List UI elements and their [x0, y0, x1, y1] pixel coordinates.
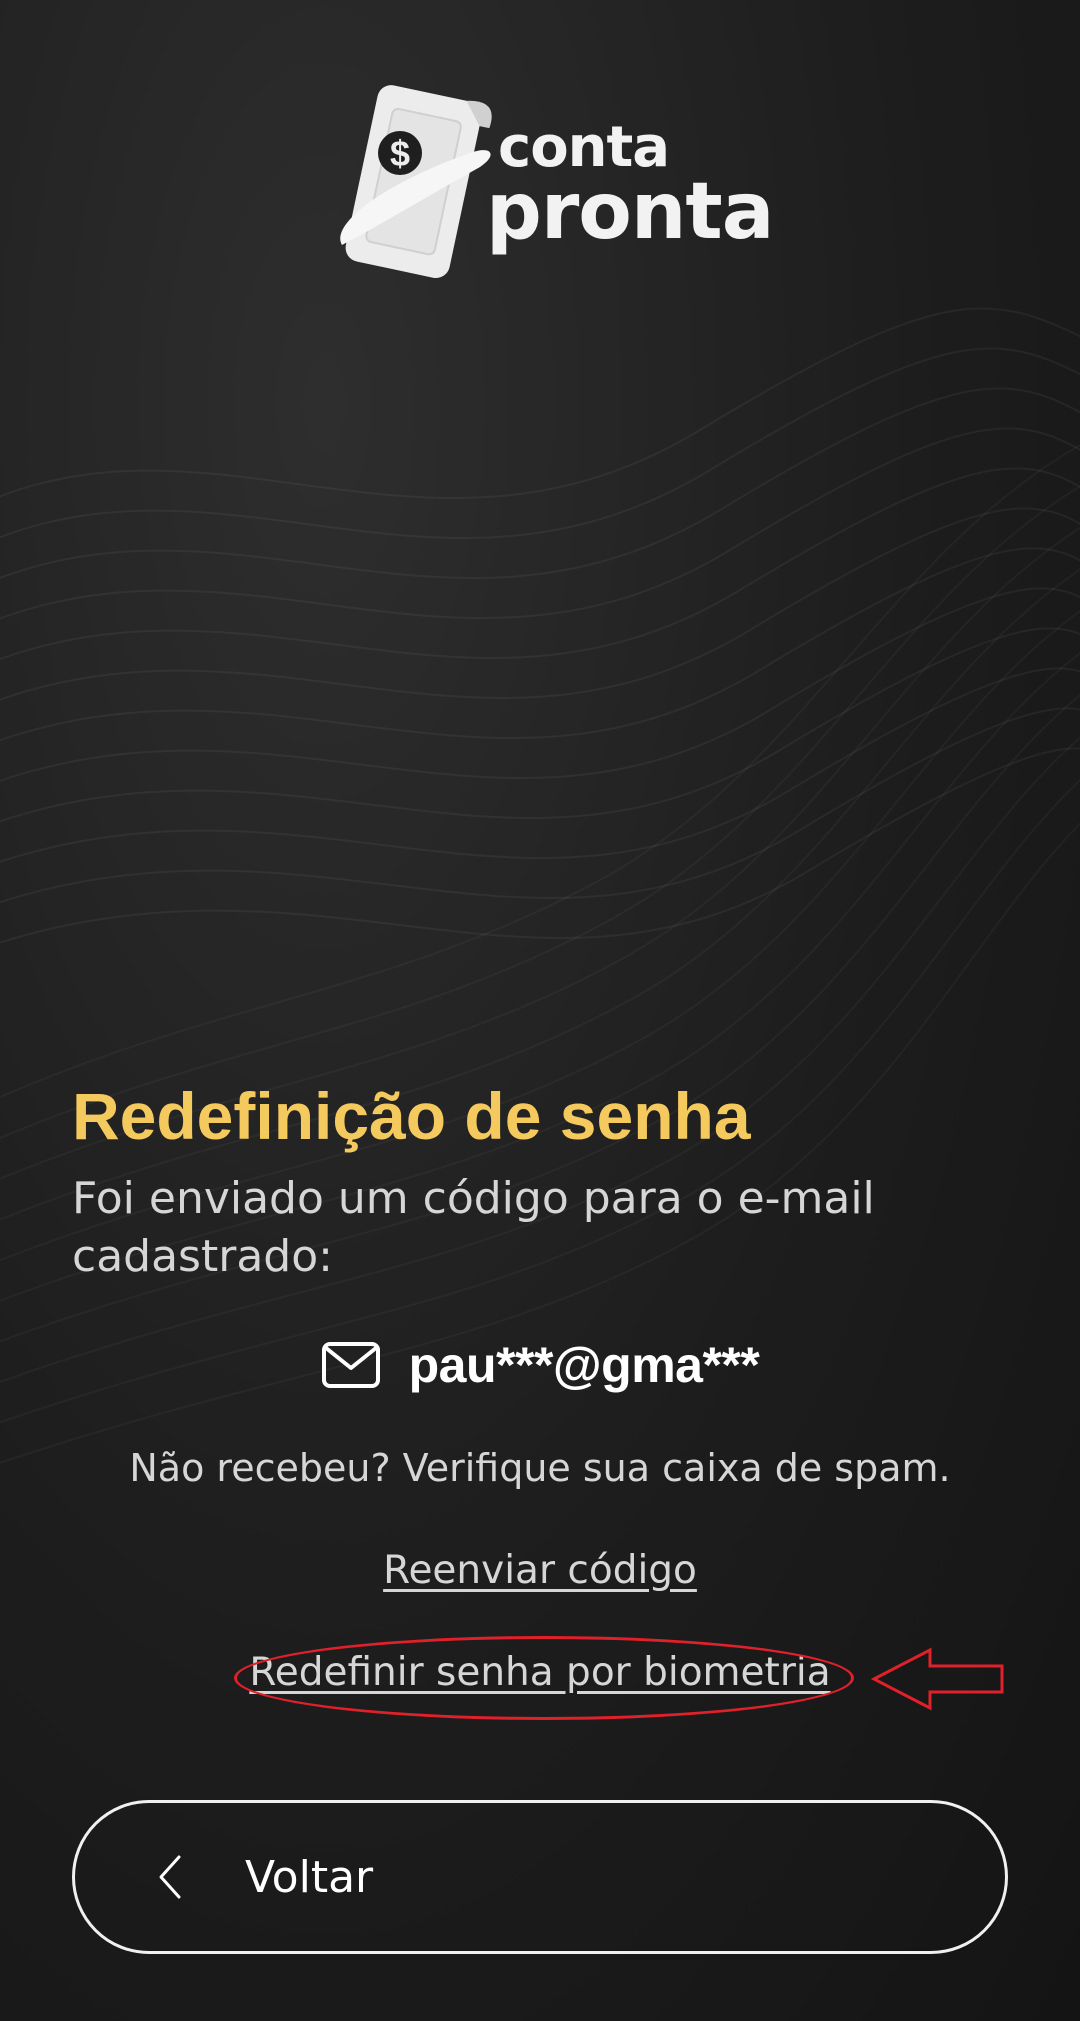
logo-symbol: $: [390, 133, 410, 174]
masked-email: pau***@gma***: [408, 1337, 760, 1393]
back-button[interactable]: Voltar: [72, 1800, 1008, 1954]
conta-pronta-logo: $ conta pronta: [320, 75, 774, 295]
annotation-arrow-icon: [870, 1647, 1004, 1711]
instruction-text: Foi enviado um código para o e-mail cada…: [72, 1173, 875, 1282]
back-button-label: Voltar: [245, 1851, 374, 1903]
spam-note: Não recebeu? Verifique sua caixa de spam…: [129, 1446, 951, 1490]
chevron-left-icon: [159, 1855, 181, 1899]
logo-text-pronta: pronta: [486, 167, 774, 257]
envelope-icon: [321, 1342, 380, 1388]
masked-email-row: pau***@gma***: [0, 1330, 1080, 1400]
resend-code-link[interactable]: Reenviar código: [0, 1548, 1080, 1593]
background-waves: [0, 307, 1080, 1464]
page-title: Redefinição de senha: [72, 1079, 751, 1153]
